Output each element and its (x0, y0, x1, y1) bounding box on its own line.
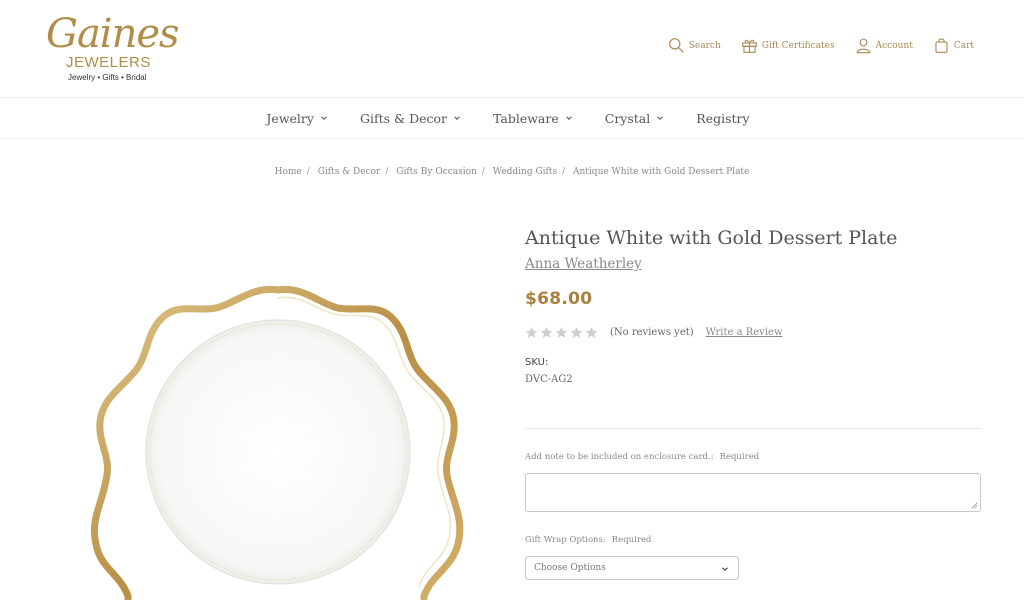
required-marker: Required (719, 452, 760, 462)
product-info: Antique White with Gold Dessert Plate An… (525, 224, 981, 387)
search-label: Search (688, 40, 721, 51)
nav-item-label: Jewelry (266, 110, 314, 126)
enclosure-note-field[interactable] (525, 473, 981, 512)
resize-handle-icon[interactable] (971, 502, 978, 509)
gift-icon (741, 39, 757, 53)
chevron-down-icon (321, 116, 327, 121)
logo-script: Gaines (46, 11, 180, 57)
reviews-count: (No reviews yet) (610, 326, 694, 338)
product-price: $68.00 (525, 289, 593, 309)
star-icon (525, 326, 538, 338)
sku-label: SKU: (525, 357, 549, 368)
enclosure-note-label: Add note to be included on enclosure car… (525, 452, 759, 462)
plate-illustration (90, 285, 464, 600)
logo-tagline: Jewelry • Gifts • Bridal (68, 73, 147, 82)
gift-wrap-label-text: Gift Wrap Options: (525, 535, 606, 545)
nav-item-crystal[interactable]: Crystal (605, 111, 665, 126)
rating-row: (No reviews yet) Write a Review (525, 325, 981, 339)
star-icon (555, 326, 568, 338)
breadcrumb-item-home[interactable]: Home (275, 167, 302, 177)
chevron-down-icon (722, 567, 728, 572)
brand-link[interactable]: Anna Weatherley (525, 255, 642, 273)
user-icon (856, 38, 871, 54)
gift-certificates-label: Gift Certificates (761, 40, 835, 51)
gift-wrap-selected: Choose Options (534, 563, 606, 573)
site-header: Gaines JEWELERS Jewelry • Gifts • Bridal… (0, 0, 1024, 98)
star-rating (525, 326, 598, 339)
store-logo[interactable]: Gaines JEWELERS Jewelry • Gifts • Bridal (44, 8, 180, 88)
gift-certificates-link[interactable]: Gift Certificates (741, 37, 835, 54)
account-label: Account (875, 40, 913, 51)
gift-wrap-select[interactable]: Choose Options (525, 556, 739, 580)
star-icon (585, 326, 598, 338)
breadcrumb-item-gifts-by-occasion[interactable]: Gifts By Occasion (396, 167, 477, 177)
nav-item-gifts-decor[interactable]: Gifts & Decor (360, 111, 461, 126)
nav-item-jewelry[interactable]: Jewelry (266, 111, 328, 126)
breadcrumb-item-gifts-decor[interactable]: Gifts & Decor (318, 167, 381, 177)
product-image[interactable] (88, 282, 468, 600)
required-marker: Required (611, 535, 652, 545)
nav-item-label: Gifts & Decor (359, 110, 448, 126)
cart-link[interactable]: Cart (933, 37, 974, 54)
divider (525, 428, 981, 429)
breadcrumb: Home / Gifts & Decor / Gifts By Occasion / … (274, 167, 750, 177)
utility-nav: Search Gift Certificates Account Cart (668, 37, 974, 54)
star-icon (540, 326, 553, 338)
account-link[interactable]: Account (855, 37, 913, 54)
search-link[interactable]: Search (668, 37, 721, 54)
nav-item-tableware[interactable]: Tableware (493, 111, 573, 126)
product-title: Antique White with Gold Dessert Plate (525, 227, 898, 249)
main-nav: Jewelry Gifts & Decor Tableware Crystal … (0, 98, 1024, 139)
nav-item-label: Tableware (493, 110, 559, 126)
write-review-link[interactable]: Write a Review (706, 327, 783, 338)
chevron-down-icon (565, 116, 572, 121)
star-icon (570, 326, 583, 338)
search-icon (668, 38, 684, 53)
nav-item-registry[interactable]: Registry (696, 111, 749, 126)
nav-item-label: Crystal (604, 110, 651, 126)
sku-value: DVC-AG2 (525, 374, 573, 385)
chevron-down-icon (657, 116, 664, 121)
gift-wrap-label: Gift Wrap Options: Required (525, 535, 651, 545)
breadcrumb-item-wedding-gifts[interactable]: Wedding Gifts (493, 167, 557, 177)
logo-brand: JEWELERS (66, 54, 151, 71)
breadcrumb-item-current: Antique White with Gold Dessert Plate (573, 167, 750, 177)
cart-label: Cart (953, 40, 974, 51)
bag-icon (935, 38, 948, 53)
enclosure-note-label-text: Add note to be included on enclosure car… (525, 452, 714, 462)
chevron-down-icon (454, 116, 460, 121)
nav-item-label: Registry (696, 110, 750, 126)
